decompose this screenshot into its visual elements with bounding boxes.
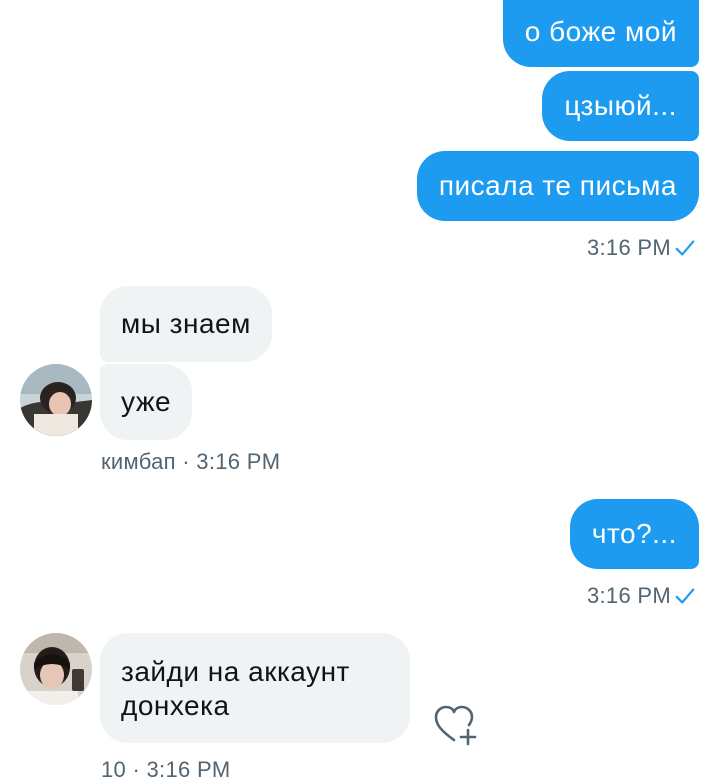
message-bubble-incoming[interactable]: уже <box>100 364 193 440</box>
message-text: уже <box>121 386 172 417</box>
timestamp-text: 3:16 PM <box>586 235 671 260</box>
message-text: что?... <box>591 518 677 549</box>
sender-and-timestamp: кимбап · 3:16 PM <box>101 449 281 474</box>
react-button[interactable] <box>432 703 480 747</box>
message-bubble-outgoing[interactable]: о боже мой <box>502 0 699 67</box>
message-bubble-incoming[interactable]: зайди на аккаунт донхека <box>100 633 410 743</box>
avatar[interactable] <box>20 633 92 705</box>
message-timestamp: 3:16 PM <box>587 234 696 262</box>
message-bubble-outgoing[interactable]: писала те письма <box>416 151 699 221</box>
message-bubble-outgoing[interactable]: что?... <box>569 499 699 569</box>
message-text-line: зайди на аккаунт <box>121 656 350 687</box>
message-text: писала те письма <box>438 170 677 201</box>
timestamp-text: 3:16 PM <box>586 583 671 608</box>
message-text: о боже мой <box>524 16 677 47</box>
message-bubble-outgoing[interactable]: цзыюй... <box>542 71 699 141</box>
message-text: цзыюй... <box>564 90 677 121</box>
message-meta: 10 · 3:16 PM <box>101 756 231 784</box>
message-text: мы знаем <box>121 308 251 339</box>
message-text-line: донхека <box>121 690 230 721</box>
checkmark-icon <box>675 240 695 256</box>
message-bubble-incoming[interactable]: мы знаем <box>100 286 272 362</box>
message-meta: кимбап · 3:16 PM <box>101 448 280 476</box>
message-timestamp: 3:16 PM <box>587 582 696 610</box>
avatar[interactable] <box>20 364 92 436</box>
avatar-image <box>20 364 92 436</box>
sender-and-timestamp: 10 · 3:16 PM <box>101 757 231 782</box>
checkmark-icon <box>675 588 695 604</box>
heart-plus-icon <box>434 705 477 746</box>
avatar-image <box>20 633 92 705</box>
